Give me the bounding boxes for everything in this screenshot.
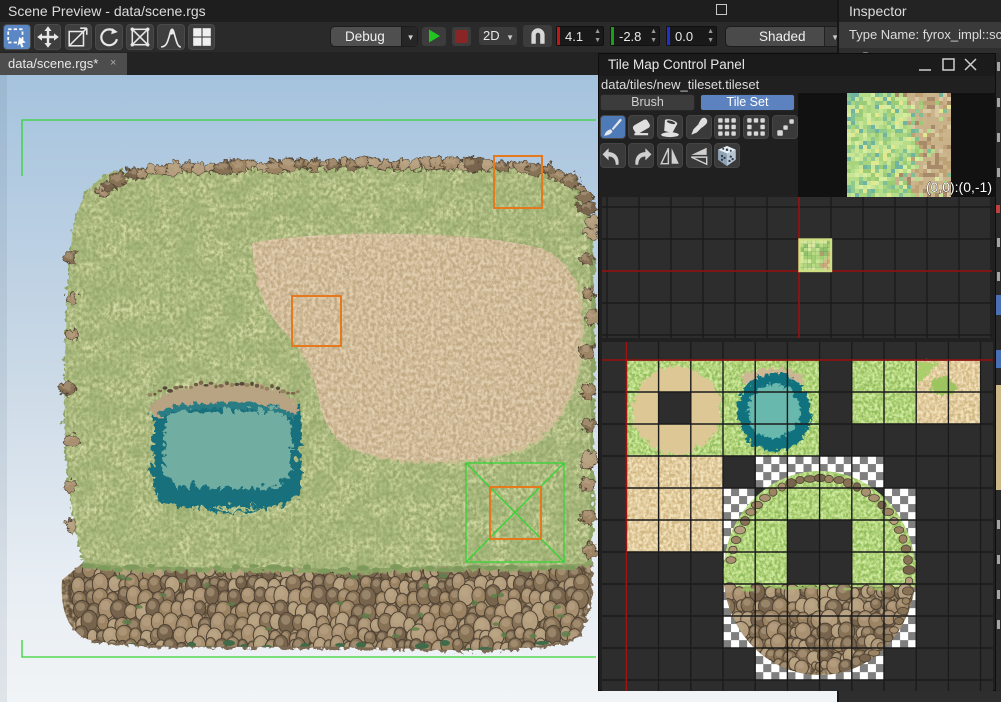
svg-text:(0,0):(0,-1): (0,0):(0,-1): [926, 179, 992, 195]
